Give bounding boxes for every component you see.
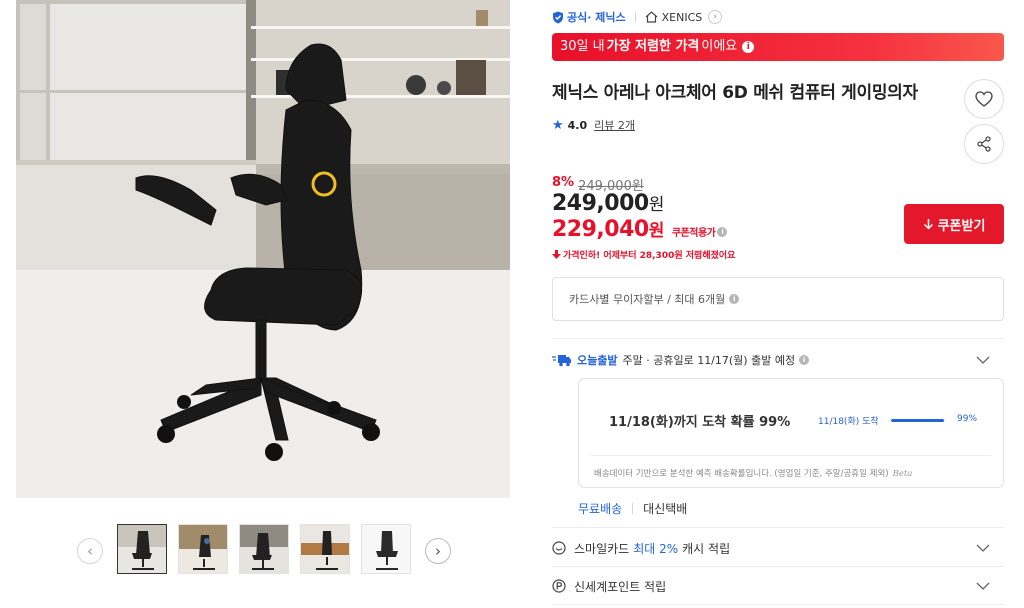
price-down-icon <box>552 250 561 259</box>
thumbnail-image <box>118 525 166 573</box>
sale-price-unit: 원 <box>648 195 665 215</box>
info-icon[interactable]: i <box>717 226 728 237</box>
fast-delivery-icon <box>552 355 571 367</box>
thumbnail-image <box>179 525 227 573</box>
divider <box>552 566 1004 567</box>
courier-name: 대신택배 <box>643 502 688 516</box>
sale-price: 249,000원 <box>552 190 664 216</box>
shinsegae-point-label: 신세계포인트 적립 <box>574 579 667 594</box>
store-link[interactable]: XENICS › <box>645 10 723 24</box>
download-arrow-icon <box>923 219 933 230</box>
free-shipping-label: 무료배송 <box>578 502 623 516</box>
shield-check-icon <box>553 11 563 23</box>
shinsegae-point-row[interactable]: 신세계포인트 적립 <box>552 576 1004 596</box>
review-count-link[interactable]: 리뷰 2개 <box>594 117 635 133</box>
product-title: 제닉스 아레나 아크체어 6D 메쉬 컴퓨터 게이밍의자 <box>552 83 918 103</box>
divider <box>552 604 1004 605</box>
store-name: XENICS <box>661 10 703 24</box>
forecast-probability-bar <box>891 419 945 422</box>
delivery-method-row: 무료배송 대신택배 <box>578 500 687 517</box>
coupon-tag-label: 쿠폰적용가 <box>671 228 716 239</box>
thumbnail-2[interactable] <box>178 524 228 574</box>
promo-text-before: 30일 내 <box>560 39 605 54</box>
chevron-left-icon[interactable]: ‹ <box>77 538 103 564</box>
smile-card-benefit-row[interactable]: 스마일카드 최대 2% 캐시 적립 <box>552 538 1004 558</box>
promo-text-after: 이에요 <box>701 39 738 54</box>
info-icon[interactable]: i <box>729 294 740 304</box>
forecast-headline: 11/18(화)까지 도착 확률 99% <box>609 415 791 430</box>
chevron-down-icon <box>976 544 990 552</box>
smile-card-icon <box>552 541 566 555</box>
product-info-panel: 공식· 제닉스 XENICS › 30일 내 가장 저렴한 가격 이에요 i 제… <box>552 0 1004 608</box>
info-icon[interactable]: i <box>799 355 810 365</box>
official-badge-label: 공식· 제닉스 <box>567 11 626 24</box>
coupon-price-tag: 쿠폰적용가 i <box>672 224 728 239</box>
share-icon <box>977 136 991 152</box>
forecast-note: 배송데이터 기반으로 분석한 예측 배송확률입니다. (영업일 기준, 주말/공… <box>594 467 912 479</box>
smile-card-suffix: 캐시 적립 <box>682 541 731 556</box>
chevron-down-icon <box>976 582 990 590</box>
info-icon[interactable]: i <box>742 41 755 53</box>
smile-card-rate: 최대 2% <box>633 541 679 556</box>
divider <box>552 338 1004 339</box>
shipping-schedule: 주말 · 공휴일로 11/17(월) 출발 예정 <box>622 354 796 367</box>
house-icon <box>645 11 658 23</box>
heart-icon <box>975 91 993 107</box>
divider <box>552 527 1004 528</box>
coupon-price-unit: 원 <box>648 221 665 241</box>
beta-label: Beta <box>892 469 913 479</box>
sale-price-value: 249,000 <box>552 191 649 216</box>
main-product-image[interactable] <box>16 0 510 498</box>
delivery-forecast-card: 11/18(화)까지 도착 확률 99% 11/18(화) 도착 99% 배송데… <box>578 378 1004 488</box>
wishlist-button[interactable] <box>964 79 1004 119</box>
chevron-right-icon: › <box>708 10 723 24</box>
thumbnail-3[interactable] <box>239 524 289 574</box>
thumbnail-image <box>301 525 349 573</box>
thumbnail-5[interactable] <box>361 524 411 574</box>
share-button[interactable] <box>964 124 1004 164</box>
promo-text-strong: 가장 저렴한 가격 <box>606 39 700 54</box>
coupon-price: 229,040 원 쿠폰적용가 i <box>552 216 728 242</box>
installment-text: 카드사별 무이자할부 / 최대 6개월 <box>569 293 726 306</box>
office-chair-photo <box>16 0 510 498</box>
thumbnail-image <box>362 525 410 573</box>
smile-card-prefix: 스마일카드 <box>574 541 630 556</box>
thumbnail-strip: ‹ › <box>16 518 510 582</box>
forecast-bar-fill <box>891 419 945 422</box>
installment-info: 카드사별 무이자할부 / 최대 6개월 i <box>552 277 1004 321</box>
price-drop-text: 가격인하! 어제부터 28,300원 저렴해졌어요 <box>563 251 736 261</box>
price-drop-notice: 가격인하! 어제부터 28,300원 저렴해졌어요 <box>552 248 735 261</box>
today-shipping-label: 오늘출발 <box>577 354 618 367</box>
point-p-icon <box>552 579 566 593</box>
coupon-price-value: 229,040 <box>552 217 649 242</box>
forecast-percent: 99% <box>957 414 978 424</box>
thumbnail-image <box>240 525 288 573</box>
chevron-right-icon[interactable]: › <box>425 538 451 564</box>
forecast-date: 11/18(화) 도착 <box>818 417 879 427</box>
divider <box>634 12 636 22</box>
official-store-badge[interactable]: 공식· 제닉스 <box>552 9 626 25</box>
forecast-note-text: 배송데이터 기반으로 분석한 예측 배송확률입니다. (영업일 기준, 주말/공… <box>594 469 889 479</box>
shipping-schedule-row[interactable]: 오늘출발 주말 · 공휴일로 11/17(월) 출발 예정 i <box>552 352 1004 368</box>
brand-row: 공식· 제닉스 XENICS › <box>552 9 723 25</box>
coupon-button-label: 쿠폰받기 <box>937 218 986 234</box>
rating-row: ★ 4.0 리뷰 2개 <box>552 117 635 133</box>
lowest-price-banner: 30일 내 가장 저렴한 가격 이에요 i <box>552 33 1004 61</box>
star-icon: ★ <box>552 117 564 133</box>
divider <box>591 455 991 456</box>
thumbnail-1[interactable] <box>117 524 167 574</box>
coupon-download-button[interactable]: 쿠폰받기 <box>904 204 1004 244</box>
chevron-down-icon <box>976 356 990 364</box>
thumbnail-4[interactable] <box>300 524 350 574</box>
divider <box>632 503 634 514</box>
rating-value: 4.0 <box>567 118 588 132</box>
